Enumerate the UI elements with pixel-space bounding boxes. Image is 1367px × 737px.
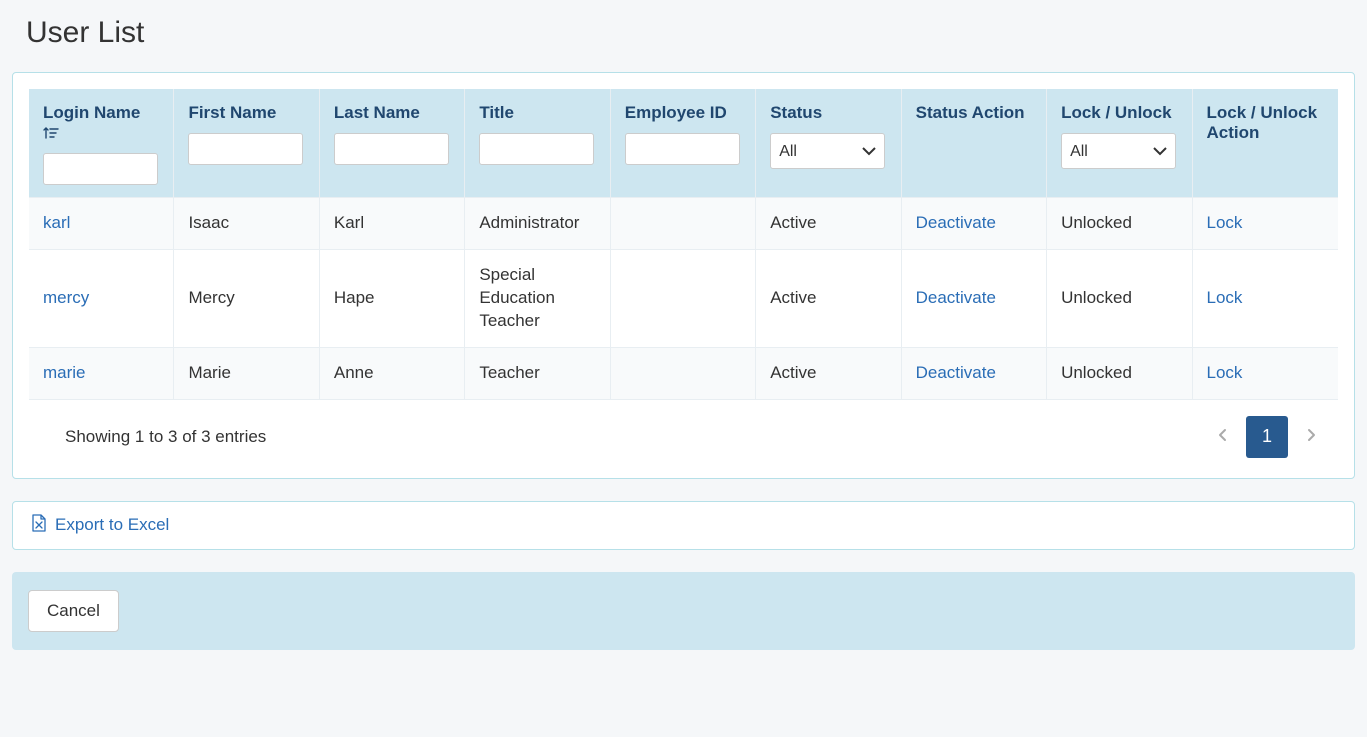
cell-lock-action: Lock xyxy=(1193,197,1339,249)
table-row: mercy MercyHapeSpecial Education Teacher A… xyxy=(29,249,1338,347)
table-row: marie MarieAnneTeacher Active Deactivate Unl… xyxy=(29,347,1338,400)
pager: 1 xyxy=(1212,416,1322,458)
cell-last-name: Hape xyxy=(320,249,465,347)
col-header-lock-unlock-action: Lock / Unlock Action xyxy=(1193,89,1339,197)
lock-action-link[interactable]: Lock xyxy=(1207,213,1243,232)
filter-title[interactable] xyxy=(479,133,594,165)
excel-file-icon xyxy=(31,514,47,537)
cell-login-name: karl xyxy=(29,197,174,249)
sort-asc-icon xyxy=(43,126,159,143)
cell-title: Teacher xyxy=(465,347,610,400)
col-header-employee-id[interactable]: Employee ID xyxy=(611,89,756,197)
user-list-panel: Login Name First Name xyxy=(12,72,1355,479)
cell-title: Special Education Teacher xyxy=(465,249,610,347)
cell-lock-unlock: Unlocked xyxy=(1047,197,1192,249)
col-header-status-action-label: Status Action xyxy=(916,103,1025,122)
col-header-lock-unlock[interactable]: Lock / Unlock All xyxy=(1047,89,1192,197)
cell-employee-id xyxy=(611,197,756,249)
cell-lock-action: Lock xyxy=(1193,249,1339,347)
cancel-button[interactable]: Cancel xyxy=(28,590,119,632)
cell-title: Administrator xyxy=(465,197,610,249)
cell-status: Active xyxy=(756,249,901,347)
lock-action-link[interactable]: Lock xyxy=(1207,363,1243,382)
login-name-link[interactable]: karl xyxy=(43,213,70,232)
col-header-lock-unlock-action-label: Lock / Unlock Action xyxy=(1207,103,1318,142)
col-header-status-label: Status xyxy=(770,103,822,122)
cell-first-name: Mercy xyxy=(174,249,319,347)
pager-prev-icon[interactable] xyxy=(1212,426,1234,447)
cell-first-name: Marie xyxy=(174,347,319,400)
cell-lock-action: Lock xyxy=(1193,347,1339,400)
login-name-link[interactable]: marie xyxy=(43,363,86,382)
filter-login-name[interactable] xyxy=(43,153,158,185)
action-bar: Cancel xyxy=(12,572,1355,650)
filter-status[interactable]: All xyxy=(770,133,885,169)
cell-status-action: Deactivate xyxy=(902,249,1047,347)
col-header-login-name[interactable]: Login Name xyxy=(29,89,174,197)
filter-employee-id[interactable] xyxy=(625,133,740,165)
status-action-link[interactable]: Deactivate xyxy=(916,363,996,382)
col-header-first-name[interactable]: First Name xyxy=(174,89,319,197)
col-header-lock-unlock-label: Lock / Unlock xyxy=(1061,103,1172,122)
pager-next-icon[interactable] xyxy=(1300,426,1322,447)
cell-employee-id xyxy=(611,249,756,347)
table-summary: Showing 1 to 3 of 3 entries xyxy=(65,427,266,447)
login-name-link[interactable]: mercy xyxy=(43,288,89,307)
cell-status-action: Deactivate xyxy=(902,347,1047,400)
cell-last-name: Karl xyxy=(320,197,465,249)
cell-status: Active xyxy=(756,347,901,400)
col-header-last-name[interactable]: Last Name xyxy=(320,89,465,197)
cell-login-name: marie xyxy=(29,347,174,400)
filter-first-name[interactable] xyxy=(188,133,303,165)
cell-first-name: Isaac xyxy=(174,197,319,249)
table-row: karl IsaacKarlAdministrator Active Deactiva… xyxy=(29,197,1338,249)
cell-lock-unlock: Unlocked xyxy=(1047,347,1192,400)
page-title: User List xyxy=(26,16,1355,50)
col-header-title-label: Title xyxy=(479,103,514,122)
col-header-login-name-label: Login Name xyxy=(43,103,140,122)
filter-lock-unlock[interactable]: All xyxy=(1061,133,1176,169)
pager-page-current[interactable]: 1 xyxy=(1246,416,1288,458)
status-action-link[interactable]: Deactivate xyxy=(916,288,996,307)
export-to-excel-label: Export to Excel xyxy=(55,515,169,535)
cell-status: Active xyxy=(756,197,901,249)
col-header-last-name-label: Last Name xyxy=(334,103,420,122)
filter-last-name[interactable] xyxy=(334,133,449,165)
cell-status-action: Deactivate xyxy=(902,197,1047,249)
cell-last-name: Anne xyxy=(320,347,465,400)
user-table: Login Name First Name xyxy=(29,89,1338,400)
cell-login-name: mercy xyxy=(29,249,174,347)
export-to-excel-link[interactable]: Export to Excel xyxy=(31,514,169,537)
col-header-title[interactable]: Title xyxy=(465,89,610,197)
cell-employee-id xyxy=(611,347,756,400)
col-header-first-name-label: First Name xyxy=(188,103,276,122)
cell-lock-unlock: Unlocked xyxy=(1047,249,1192,347)
col-header-employee-id-label: Employee ID xyxy=(625,103,727,122)
export-panel: Export to Excel xyxy=(12,501,1355,550)
lock-action-link[interactable]: Lock xyxy=(1207,288,1243,307)
col-header-status-action: Status Action xyxy=(902,89,1047,197)
col-header-status[interactable]: Status All xyxy=(756,89,901,197)
status-action-link[interactable]: Deactivate xyxy=(916,213,996,232)
